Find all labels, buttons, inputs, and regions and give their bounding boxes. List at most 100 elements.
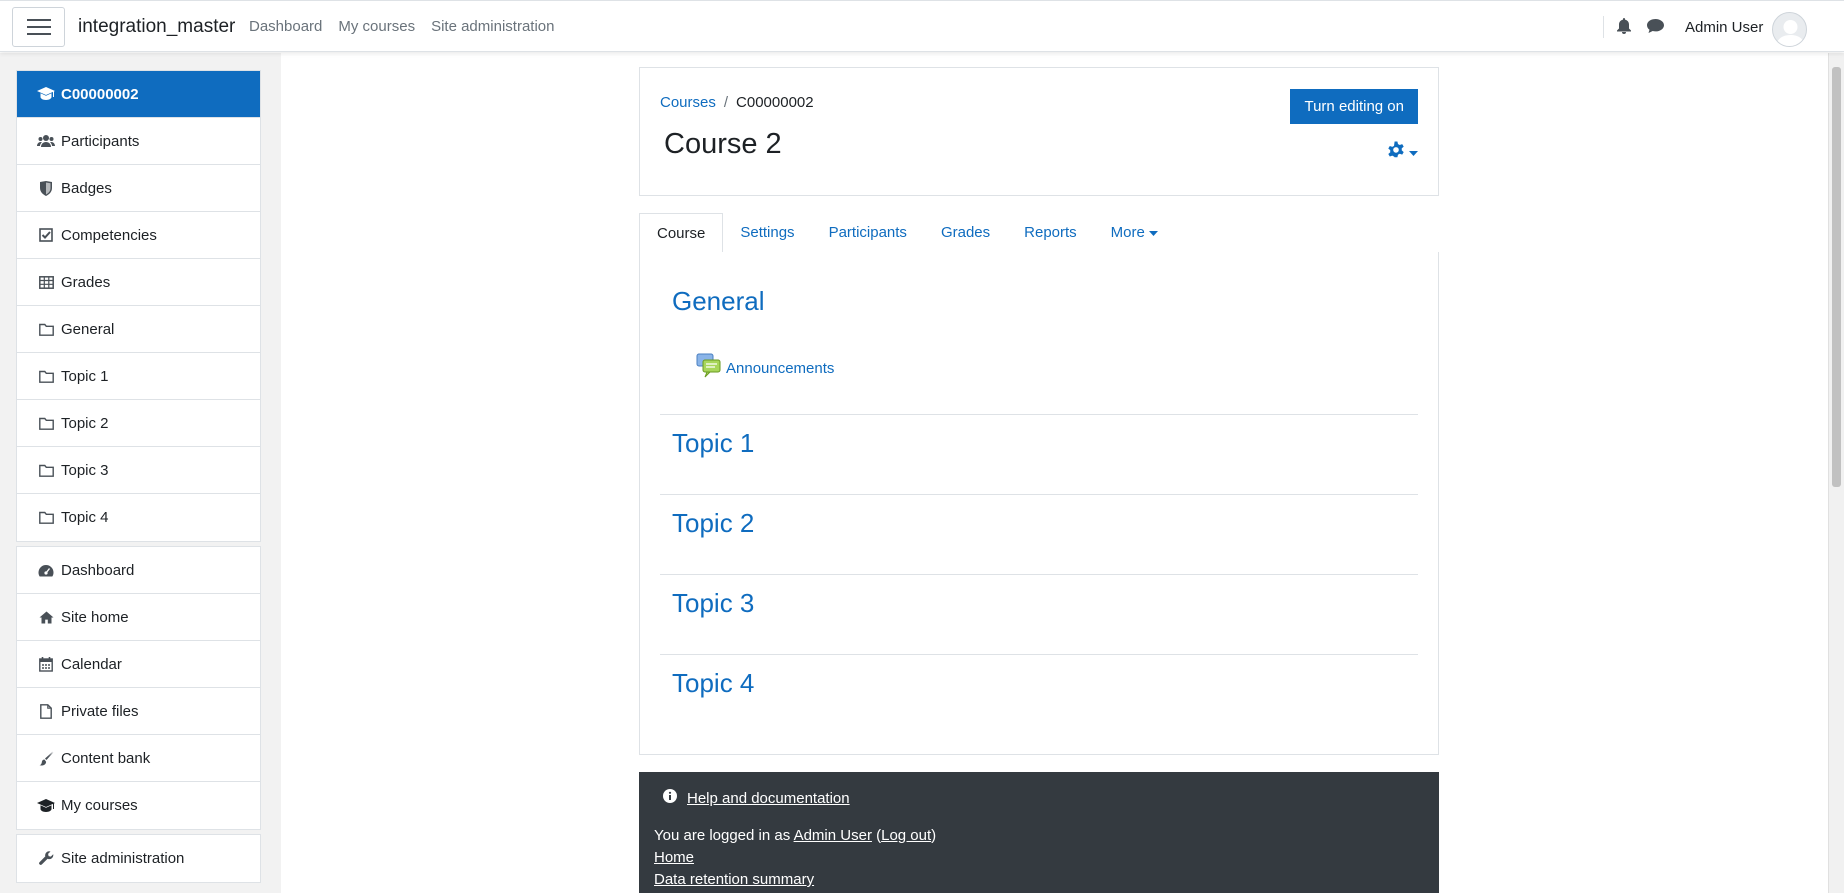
drawer-item-participants[interactable]: Participants	[17, 118, 260, 165]
section-divider	[660, 654, 1418, 655]
folder-icon	[37, 461, 55, 479]
logout-link[interactable]: Log out	[881, 827, 931, 844]
drawer-item-site-administration[interactable]: Site administration	[17, 835, 260, 882]
section-divider	[660, 494, 1418, 495]
drawer-item-label: Dashboard	[61, 561, 135, 579]
drawer-item-section-topic-4[interactable]: Topic 4	[17, 494, 260, 541]
section-title-general[interactable]: General	[660, 286, 1418, 317]
drawer-item-section-topic-3[interactable]: Topic 3	[17, 447, 260, 494]
section-title-topic-2[interactable]: Topic 2	[660, 508, 1418, 539]
drawer-item-label: General	[61, 320, 115, 338]
drawer-item-calendar[interactable]: Calendar	[17, 641, 260, 688]
tab-settings[interactable]: Settings	[723, 213, 811, 253]
user-menu-name[interactable]: Admin User	[1685, 19, 1763, 36]
nav-link-site-administration[interactable]: Site administration	[431, 18, 554, 35]
scrollbar-thumb[interactable]	[1832, 67, 1841, 487]
section-title-topic-3[interactable]: Topic 3	[660, 588, 1418, 619]
course-content: General Announcements Topic 1 Topic 2 To…	[639, 252, 1439, 755]
drawer-item-label: Badges	[61, 179, 112, 197]
turn-editing-on-button[interactable]: Turn editing on	[1290, 89, 1418, 124]
nav-link-dashboard[interactable]: Dashboard	[249, 18, 322, 35]
folder-icon	[37, 320, 55, 338]
breadcrumb-courses-link[interactable]: Courses	[660, 94, 716, 111]
tab-more[interactable]: More	[1094, 213, 1175, 253]
drawer-item-content-bank[interactable]: Content bank	[17, 735, 260, 782]
drawer-item-label: Competencies	[61, 226, 157, 244]
drawer-item-label: Content bank	[61, 749, 151, 767]
drawer-item-label: Grades	[61, 273, 111, 291]
drawer-item-site-home[interactable]: Site home	[17, 594, 260, 641]
drawer-item-label: Site home	[61, 608, 129, 626]
bell-icon[interactable]	[1617, 18, 1631, 38]
drawer-item-label: Participants	[61, 132, 140, 150]
help-documentation-link[interactable]: Help and documentation	[687, 790, 850, 807]
home-icon	[37, 608, 55, 626]
course-navigation-group: C00000002 Participants Badges Competenci…	[16, 70, 261, 542]
section-title-topic-4[interactable]: Topic 4	[660, 668, 1418, 699]
page-scrollbar[interactable]	[1828, 53, 1844, 893]
check-square-icon	[37, 226, 55, 244]
navigation-drawer: C00000002 Participants Badges Competenci…	[0, 53, 281, 893]
activity-label: Announcements	[726, 359, 835, 377]
shield-icon	[37, 179, 55, 197]
drawer-item-section-general[interactable]: General	[17, 306, 260, 353]
admin-navigation-group: Site administration	[16, 834, 261, 883]
drawer-item-course[interactable]: C00000002	[17, 71, 260, 118]
hamburger-icon	[26, 19, 51, 35]
drawer-toggle-button[interactable]	[12, 7, 65, 47]
drawer-item-label: Topic 3	[61, 461, 109, 479]
drawer-item-label: My courses	[61, 797, 138, 814]
course-actions-menu[interactable]	[1386, 140, 1418, 164]
table-icon	[37, 273, 55, 291]
section-title-topic-1[interactable]: Topic 1	[660, 428, 1418, 459]
help-link-row: Help and documentation	[663, 789, 850, 807]
nav-link-my-courses[interactable]: My courses	[338, 18, 415, 35]
page-title: Course 2	[664, 128, 782, 160]
data-retention-summary-link[interactable]: Data retention summary	[654, 871, 814, 888]
info-icon	[663, 789, 677, 807]
graduation-cap-icon	[37, 85, 55, 103]
site-name[interactable]: integration_master	[78, 16, 235, 38]
breadcrumb: Courses / C00000002	[660, 94, 814, 111]
drawer-item-section-topic-2[interactable]: Topic 2	[17, 400, 260, 447]
drawer-item-label: Private files	[61, 702, 139, 720]
gear-icon	[1386, 140, 1406, 164]
chevron-down-icon	[1149, 224, 1159, 241]
drawer-item-label: C00000002	[61, 85, 139, 103]
drawer-item-grades[interactable]: Grades	[17, 259, 260, 306]
tab-reports[interactable]: Reports	[1007, 213, 1094, 253]
section-divider	[660, 414, 1418, 415]
drawer-item-dashboard[interactable]: Dashboard	[17, 547, 260, 594]
drawer-item-competencies[interactable]: Competencies	[17, 212, 260, 259]
section-divider	[660, 574, 1418, 575]
drawer-item-label: Site administration	[61, 850, 185, 867]
login-info: You are logged in as Admin User (Log out…	[654, 827, 936, 844]
chat-bubble-icon[interactable]	[1647, 19, 1664, 37]
avatar[interactable]	[1772, 12, 1807, 47]
primary-navigation: Dashboard My courses Site administration	[249, 18, 554, 35]
wrench-icon	[37, 850, 55, 868]
activity-announcements[interactable]: Announcements	[696, 353, 834, 383]
logged-in-user-link[interactable]: Admin User	[794, 827, 872, 844]
tab-course[interactable]: Course	[639, 213, 724, 253]
drawer-item-badges[interactable]: Badges	[17, 165, 260, 212]
file-icon	[37, 702, 55, 720]
tab-participants[interactable]: Participants	[812, 213, 924, 253]
tab-grades[interactable]: Grades	[924, 213, 1007, 253]
site-navigation-group: Dashboard Site home Calendar Private fil…	[16, 546, 261, 830]
users-icon	[37, 132, 55, 150]
course-tabs: Course Settings Participants Grades Repo…	[639, 213, 1439, 253]
tachometer-icon	[37, 561, 55, 579]
folder-icon	[37, 367, 55, 385]
chevron-down-icon	[1409, 144, 1418, 161]
footer-home-link[interactable]: Home	[654, 849, 694, 866]
paint-brush-icon	[37, 749, 55, 767]
login-info-prefix: You are logged in as	[654, 827, 794, 844]
folder-icon	[37, 414, 55, 432]
drawer-item-my-courses[interactable]: My courses	[17, 782, 260, 829]
section-topic-4: Topic 4	[660, 668, 1418, 699]
navbar-divider	[1603, 16, 1604, 38]
drawer-item-section-topic-1[interactable]: Topic 1	[17, 353, 260, 400]
drawer-item-private-files[interactable]: Private files	[17, 688, 260, 735]
breadcrumb-separator: /	[723, 94, 729, 111]
